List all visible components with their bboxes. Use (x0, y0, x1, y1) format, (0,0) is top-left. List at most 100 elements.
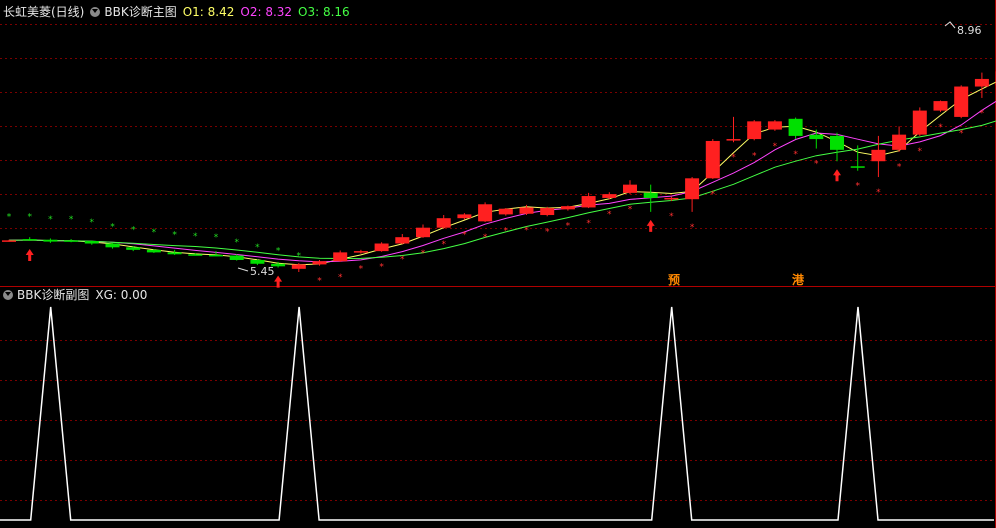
stop-star-red: * (359, 265, 364, 275)
main-indicator-name[interactable]: BBK诊断主图 (104, 3, 176, 21)
candle-body (912, 110, 927, 135)
stop-star-red: * (628, 205, 633, 215)
stop-star-red: * (897, 163, 902, 173)
candle-body (747, 121, 762, 140)
candle-body (705, 140, 720, 179)
candle-body (126, 247, 141, 250)
candle-body (395, 237, 410, 244)
stop-star-red: * (793, 150, 798, 160)
candle-body (478, 204, 493, 222)
stop-star-green: * (193, 232, 198, 242)
candle-body (954, 86, 969, 117)
stop-star-green: * (90, 218, 95, 228)
stop-star-green: * (152, 228, 157, 238)
stop-star-green: * (69, 215, 74, 225)
stop-star-red: * (441, 240, 446, 250)
stop-star-red: * (959, 129, 964, 139)
candle-body (850, 166, 865, 168)
candle-body (146, 249, 161, 253)
o1-label: O1: 8.42 (182, 5, 235, 19)
sub-header: BBK诊断副图 XG: 0.00 (0, 286, 147, 304)
stop-star-green: * (131, 226, 136, 236)
candle-body (560, 206, 575, 210)
stop-star-red: * (855, 182, 860, 192)
stop-star-green: * (172, 231, 177, 241)
sub-indicator-menu-icon[interactable] (3, 290, 13, 300)
stock-title: 长虹美菱(日线) (3, 5, 85, 19)
stop-star-red: * (669, 212, 674, 222)
o3-label: O3: 8.16 (298, 5, 350, 19)
candle-body (623, 184, 637, 193)
stop-star-red: * (421, 249, 426, 259)
candle-body (602, 194, 617, 198)
stop-star-red: * (814, 160, 819, 170)
low-pointer (237, 267, 249, 272)
candle-body (312, 261, 327, 265)
candle-body (436, 218, 451, 228)
candle-body (767, 121, 782, 130)
high-price-label: 8.96 (957, 24, 982, 37)
candle-body (64, 240, 79, 242)
candle-body (2, 240, 16, 242)
o2-line (8, 100, 996, 263)
candle-body (892, 134, 907, 150)
o2-label: O2: 8.32 (240, 5, 293, 19)
o1-line (8, 81, 996, 266)
stop-star-green: * (27, 213, 32, 223)
candle-body (581, 196, 596, 208)
candle-body (830, 135, 844, 150)
candle-body (43, 239, 58, 242)
stop-star-red: * (524, 226, 529, 236)
candle-body (250, 259, 265, 264)
stop-star-green: * (234, 238, 239, 248)
candle-body (209, 254, 223, 257)
stop-star-red: * (938, 123, 943, 133)
stop-star-red: * (752, 151, 757, 161)
candle-body (105, 243, 120, 248)
chart-canvas: * * * * * * * * * * * * * * * * * * * * * * * * * * * * * * * * * * * * * * * *… (0, 0, 996, 528)
candle-body (933, 101, 948, 111)
stop-star-red: * (483, 233, 488, 243)
stop-star-red: * (400, 255, 405, 265)
stop-star-red: * (690, 223, 695, 233)
candle-body (643, 192, 658, 198)
candle-body (664, 197, 679, 200)
marker-gang: 港 (792, 272, 805, 287)
stop-star-red: * (980, 109, 985, 119)
stop-star-red: * (586, 219, 591, 229)
sub-indicator-name[interactable]: BBK诊断副图 (17, 286, 89, 304)
xg-label: XG: 0.00 (95, 288, 148, 302)
candle-body (457, 214, 472, 219)
xg-signal-line (0, 306, 994, 521)
stop-star-red: * (918, 147, 923, 157)
candle-body (291, 264, 306, 269)
stop-star-green: * (297, 251, 302, 261)
candle-body (333, 252, 348, 262)
candle-body (726, 139, 741, 141)
stop-star-red: * (317, 277, 322, 287)
stop-star-green: * (214, 233, 219, 243)
stop-star-red: * (379, 263, 384, 273)
candle-body (540, 208, 555, 216)
candle-body (22, 239, 37, 241)
candle-body (871, 149, 886, 162)
stop-star-red: * (545, 227, 550, 237)
stop-star-green: * (7, 213, 12, 223)
stop-star-green: * (110, 223, 115, 233)
main-header: 长虹美菱(日线) BBK诊断主图 O1: 8.42 O2: 8.32 O3: 8… (0, 3, 356, 21)
stop-star-red: * (711, 190, 716, 200)
candle-body (974, 78, 989, 87)
buy-arrow (274, 275, 283, 288)
candle-body (374, 243, 389, 252)
candle-body (519, 207, 534, 214)
stop-star-red: * (504, 227, 509, 237)
stop-star-red: * (773, 142, 778, 152)
candle-body (788, 118, 803, 136)
stop-star-red: * (462, 230, 467, 240)
indicator-menu-icon[interactable] (90, 7, 101, 17)
candle-body (353, 251, 368, 253)
stop-star-red: * (338, 273, 343, 283)
stop-star-green: * (276, 246, 281, 256)
o3-line (8, 120, 996, 260)
candle-body (84, 240, 99, 244)
